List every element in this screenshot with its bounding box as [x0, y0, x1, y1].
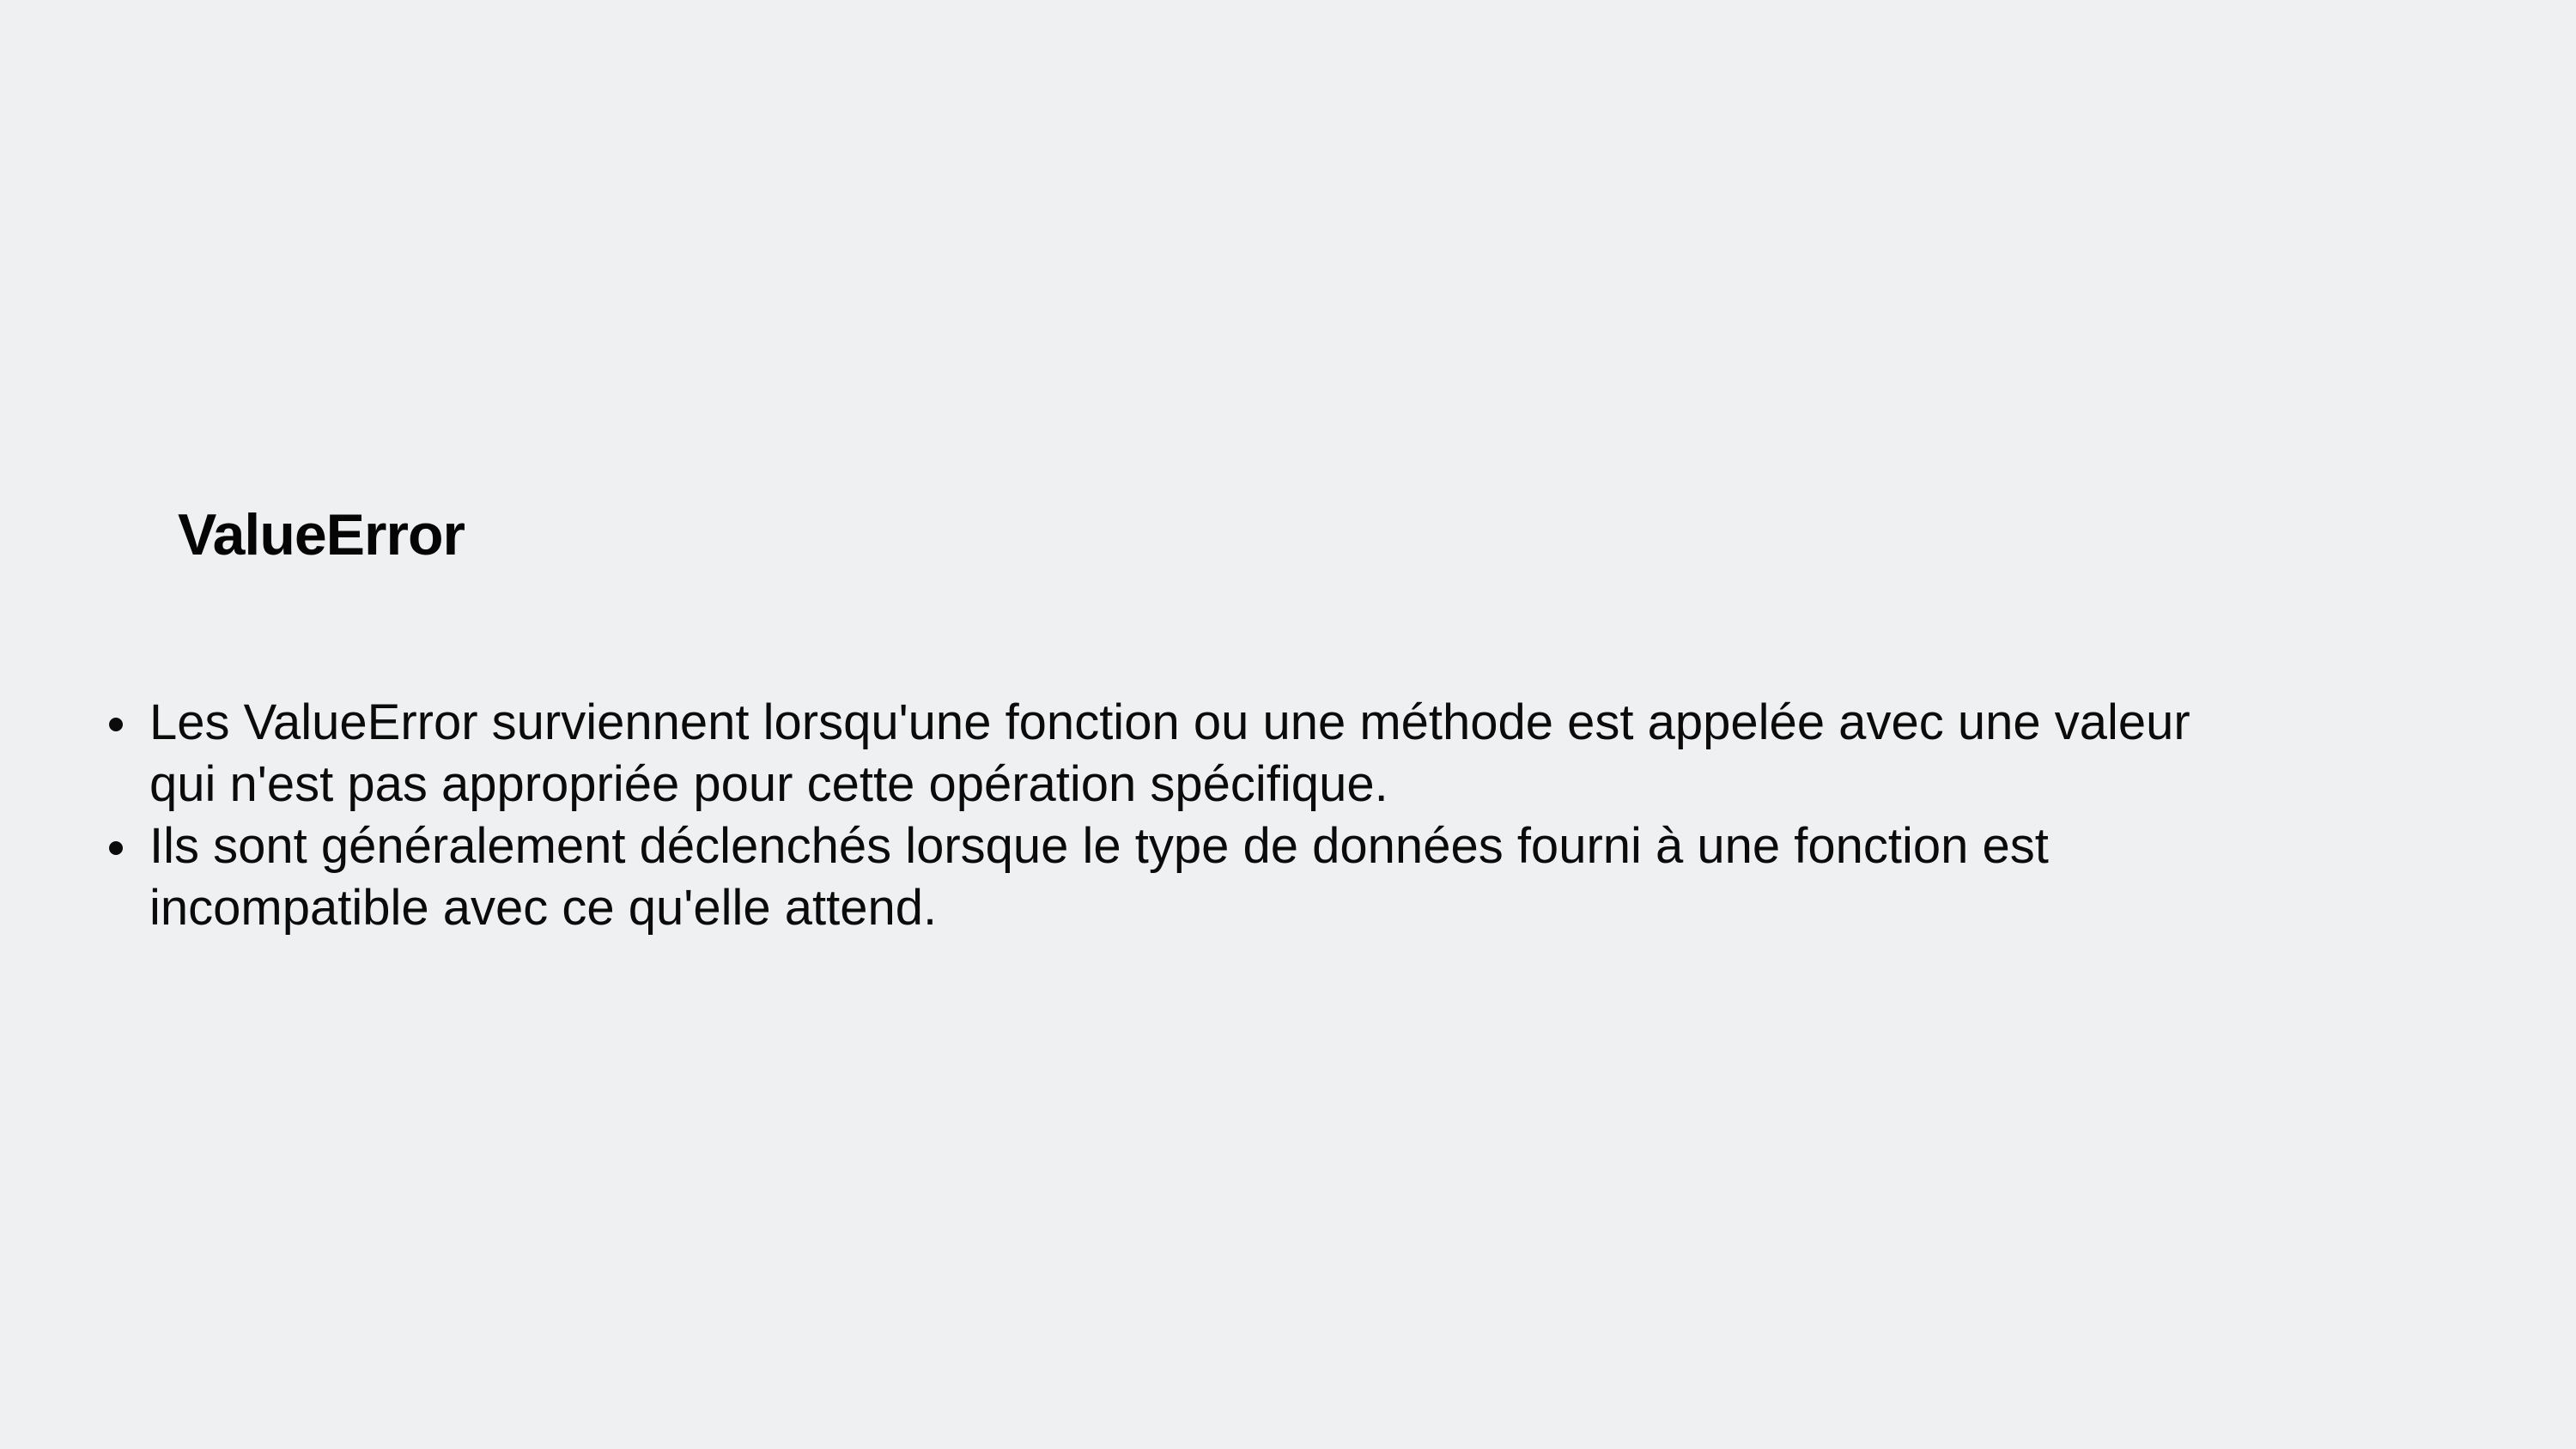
bullet-dot-icon: [109, 718, 123, 731]
bullet-line: Les ValueError surviennent lorsqu'une fo…: [149, 694, 2190, 750]
slide-title: ValueError: [178, 502, 465, 567]
bullet-item: Les ValueError surviennent lorsqu'une fo…: [109, 692, 2399, 815]
bullet-line: incompatible avec ce qu'elle attend.: [149, 880, 938, 936]
bullet-dot-icon: [109, 841, 123, 855]
bullet-list: Les ValueError surviennent lorsqu'une fo…: [109, 692, 2399, 939]
slide: ValueError Les ValueError surviennent lo…: [0, 0, 2576, 1449]
bullet-item: Ils sont généralement déclenchés lorsque…: [109, 815, 2399, 939]
bullet-line: qui n'est pas appropriée pour cette opér…: [149, 756, 1388, 812]
bullet-line: Ils sont généralement déclenchés lorsque…: [149, 818, 2049, 874]
